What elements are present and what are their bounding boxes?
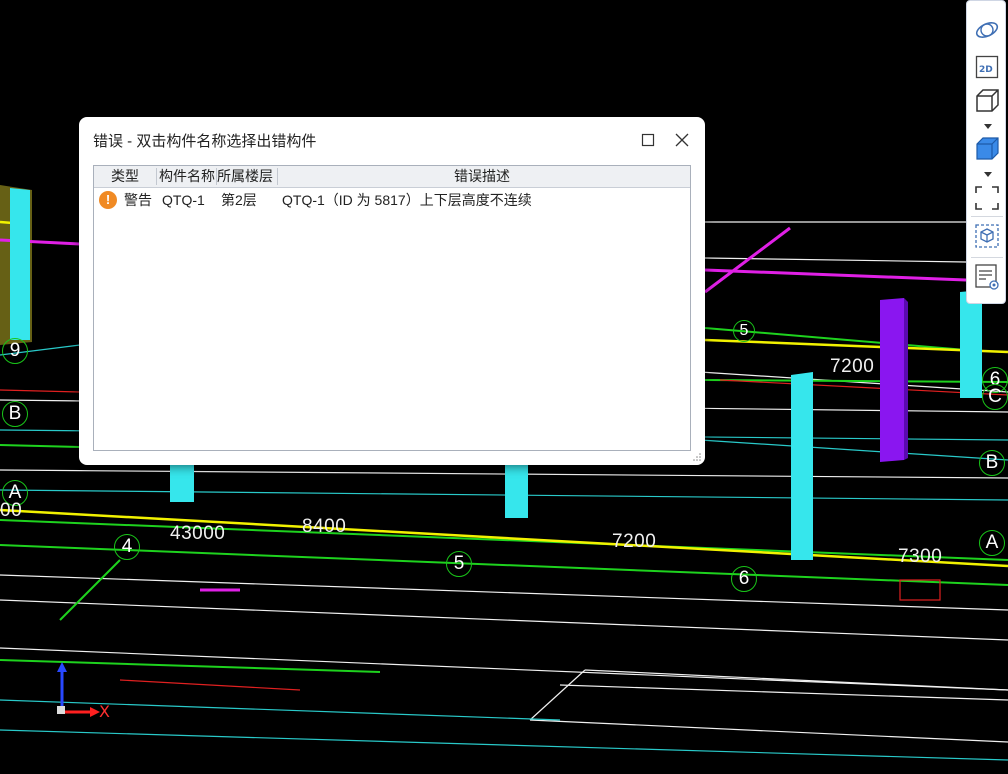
cell-floor: 第2层 [221,192,257,208]
maximize-button[interactable] [637,129,659,151]
table-row[interactable]: ! 警告 QTQ-1 第2层 QTQ-1（ID 为 5817）上下层高度不连续 [94,188,690,212]
grid-label-b-left: B [2,401,28,427]
grid-label-b-right: B [979,450,1005,476]
grid-label-a-right: A [979,530,1005,556]
error-dialog: 错误 - 双击构件名称选择出错构件 类型 构件名称 所属楼层 错误描述 ! 警告… [79,117,705,465]
grid-label-5-top: 5 [733,320,755,342]
dimension-partial: 00 [0,500,23,521]
table-header: 类型 构件名称 所属楼层 错误描述 [94,166,690,188]
toolbar-separator [971,216,1003,217]
view-2d-icon[interactable]: 2D [973,54,1001,80]
dialog-title: 错误 - 双击构件名称选择出错构件 [93,133,317,150]
column-header-type[interactable]: 类型 [111,166,139,187]
grid-label-5: 5 [446,551,472,577]
axis-x-label: X [99,702,110,721]
toolbar-separator-2 [971,257,1003,258]
view-toolbar: 2D [966,0,1006,304]
grid-label-4: 4 [114,534,140,560]
fit-view-icon[interactable] [973,185,1001,211]
dimension-7200: 7200 [612,531,657,552]
orbit-icon[interactable] [973,17,1001,43]
grid-label-c: C [982,384,1008,410]
cube-solid-dropdown-icon[interactable] [984,172,992,177]
column-header-description[interactable]: 错误描述 [454,166,510,187]
column-header-floor[interactable]: 所属楼层 [217,166,273,187]
cell-type: 警告 [124,192,152,208]
close-button[interactable] [671,129,693,151]
column-header-component-name[interactable]: 构件名称 [159,166,215,187]
cube-wire-dropdown-icon[interactable] [984,124,992,129]
grid-label-9: 9 [2,338,28,364]
column-divider[interactable] [156,168,157,185]
cell-description: QTQ-1（ID 为 5817）上下层高度不连续 [282,192,532,208]
dimension-7200-top: 7200 [830,356,875,377]
resize-grip-icon[interactable] [693,453,701,461]
dimension-7300: 7300 [898,546,943,567]
dimension-8400: 8400 [302,516,347,537]
list-view-icon[interactable] [973,264,1001,290]
maximize-icon [641,133,655,147]
svg-text:2D: 2D [979,65,993,75]
warning-icon: ! [99,191,117,209]
cell-component-name[interactable]: QTQ-1 [162,188,205,212]
close-icon [675,133,689,147]
dimension-43000: 43000 [170,523,226,544]
cube-wire-icon[interactable] [973,88,1001,114]
cube-solid-icon[interactable] [973,136,1001,162]
grid-label-6: 6 [731,566,757,592]
box-select-icon[interactable] [973,223,1001,249]
error-list-table[interactable]: 类型 构件名称 所属楼层 错误描述 ! 警告 QTQ-1 第2层 QTQ-1（I… [93,165,691,451]
column-divider[interactable] [277,168,278,185]
